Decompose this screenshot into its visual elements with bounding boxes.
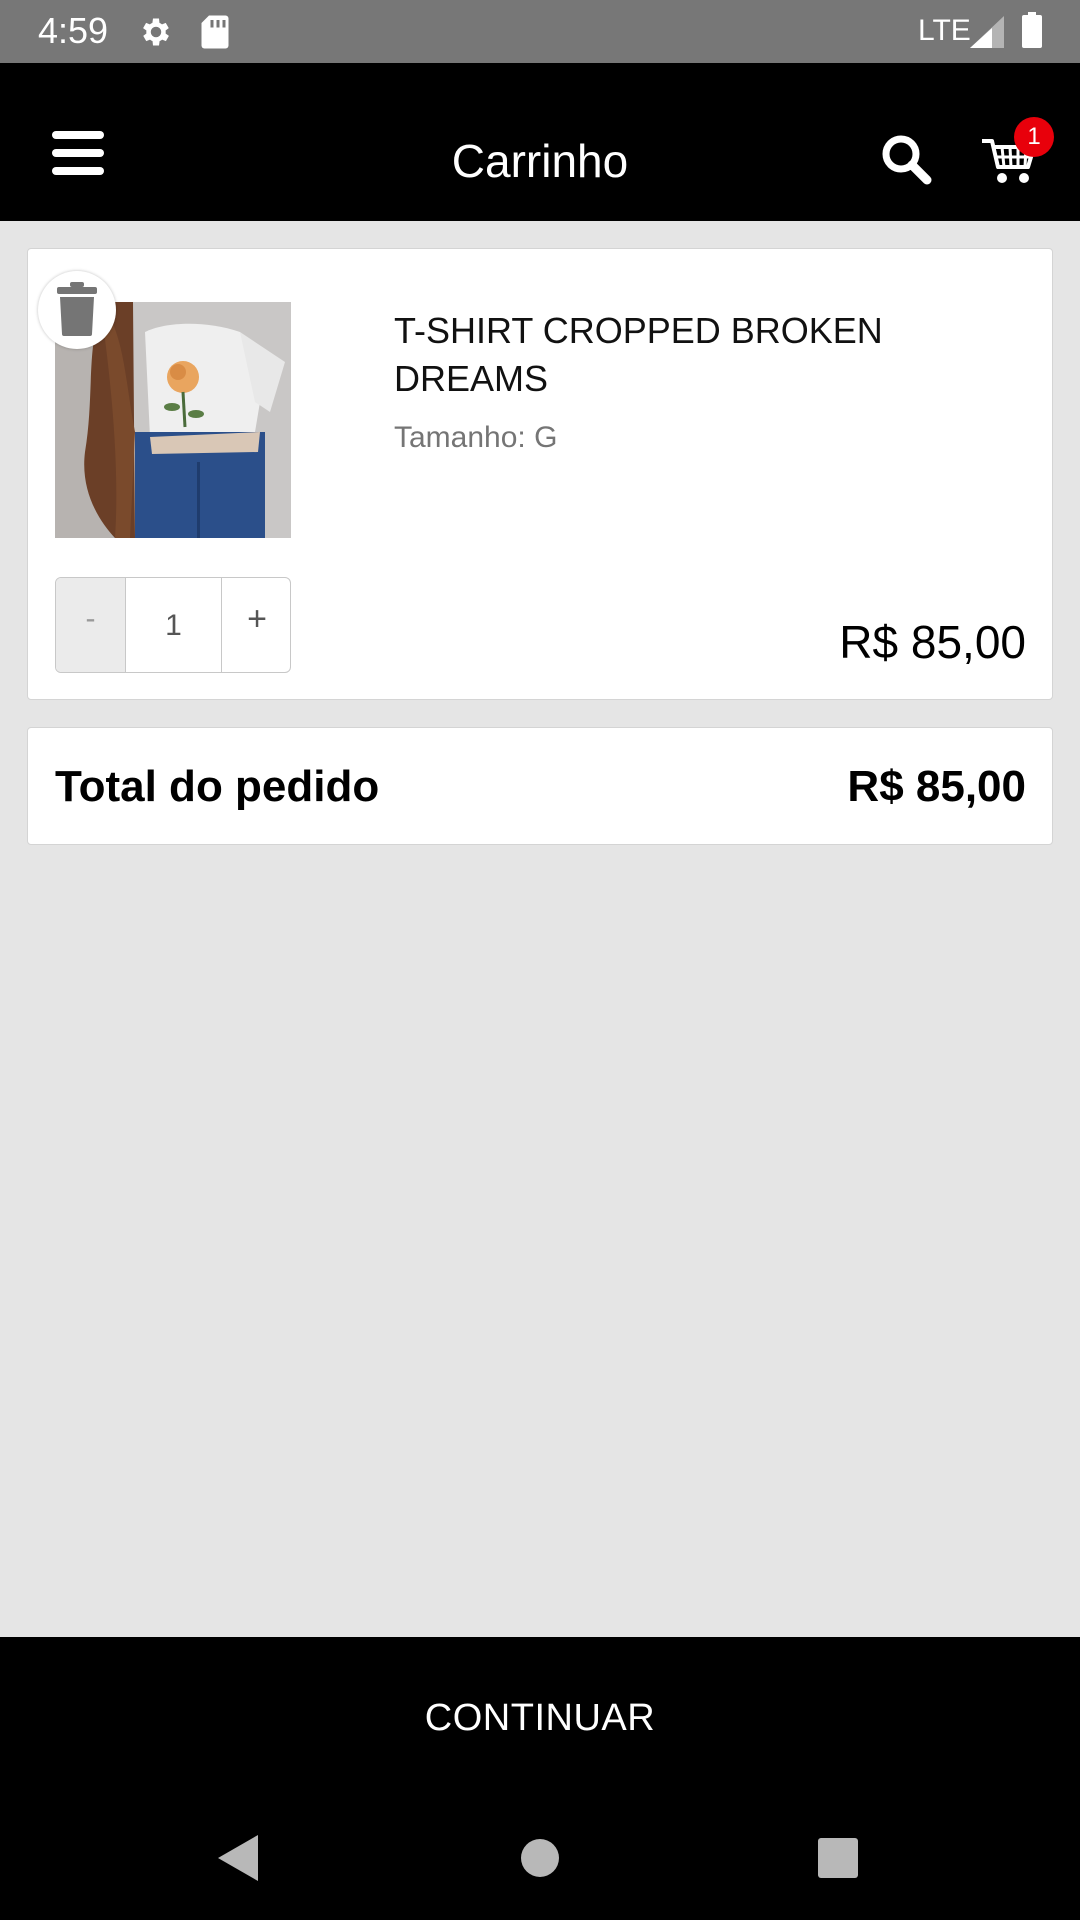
product-name: T-SHIRT CROPPED BROKEN DREAMS <box>394 310 883 399</box>
delete-item-button[interactable] <box>38 271 116 349</box>
search-icon[interactable] <box>872 127 934 189</box>
decrement-button[interactable]: - <box>56 578 126 672</box>
cart-count-badge: 1 <box>1014 117 1054 157</box>
continue-button[interactable]: CONTINUAR <box>0 1637 1080 1799</box>
status-bar: 4:59 LTE <box>0 0 1080 63</box>
signal-icon <box>970 16 1004 53</box>
product-size: Tamanho: G <box>394 421 558 454</box>
home-icon[interactable] <box>519 1837 561 1884</box>
app-bar: Carrinho 1 <box>0 63 1080 221</box>
gear-icon <box>138 14 174 55</box>
cart-item: T-SHIRT CROPPED BROKEN DREAMS Tamanho: G… <box>27 248 1053 700</box>
status-time: 4:59 <box>38 10 109 51</box>
network-type: LTE <box>918 14 971 47</box>
increment-button[interactable]: + <box>221 578 290 672</box>
item-price: R$ 85,00 <box>839 616 1026 668</box>
quantity-stepper: - 1 + <box>55 577 291 673</box>
quantity-value[interactable]: 1 <box>126 578 221 672</box>
back-icon[interactable] <box>216 1833 260 1888</box>
total-label: Total do pedido <box>55 762 380 811</box>
battery-icon <box>1021 12 1043 53</box>
order-total: Total do pedido R$ 85,00 <box>27 727 1053 845</box>
recents-icon[interactable] <box>817 1837 859 1884</box>
system-nav-bar <box>0 1799 1080 1920</box>
total-value: R$ 85,00 <box>847 762 1026 811</box>
sd-card-icon <box>200 14 230 55</box>
